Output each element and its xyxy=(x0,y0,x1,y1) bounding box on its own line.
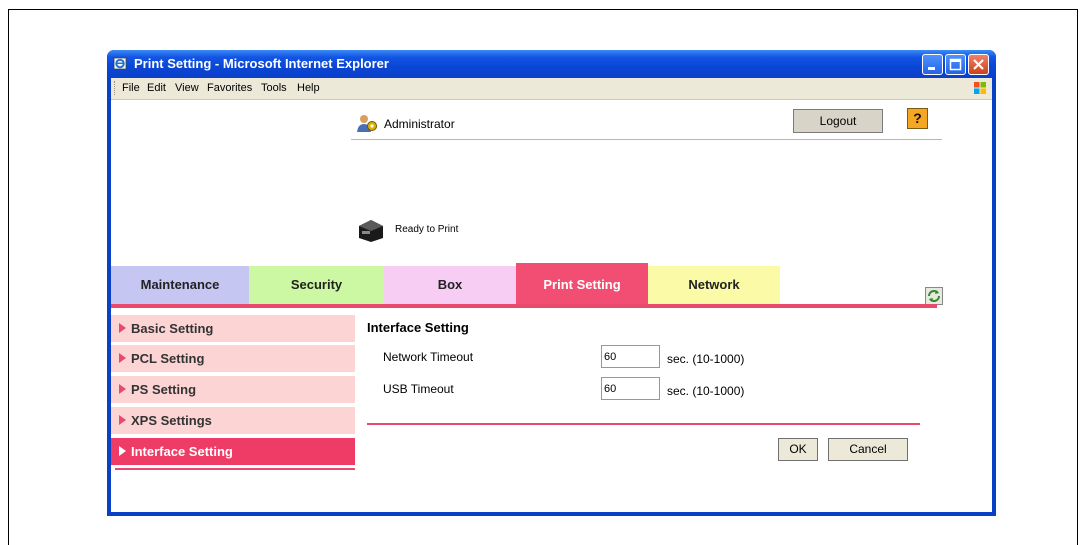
cancel-button[interactable]: Cancel xyxy=(828,438,908,461)
refresh-button[interactable] xyxy=(925,287,943,305)
usb-timeout-unit: sec. (10-1000) xyxy=(667,384,745,398)
sidebar-item-label: PCL Setting xyxy=(131,351,205,366)
maximize-button[interactable] xyxy=(945,54,966,75)
ie-icon xyxy=(113,57,127,70)
page-content: Administrator Logout ? Ready to Print Ma… xyxy=(111,100,992,516)
logout-button[interactable]: Logout xyxy=(793,109,883,133)
header-divider xyxy=(351,139,942,140)
tab-maintenance[interactable]: Maintenance xyxy=(111,266,249,304)
usb-timeout-input[interactable] xyxy=(601,377,660,400)
window-title: Print Setting - Microsoft Internet Explo… xyxy=(134,56,389,71)
network-timeout-input[interactable] xyxy=(601,345,660,368)
close-button[interactable] xyxy=(968,54,989,75)
usb-timeout-label: USB Timeout xyxy=(383,382,454,396)
arrow-right-icon xyxy=(119,446,126,456)
menu-tools[interactable]: Tools xyxy=(261,82,287,94)
tab-print-setting[interactable]: Print Setting xyxy=(516,263,648,304)
network-timeout-label: Network Timeout xyxy=(383,350,474,364)
windows-logo-icon xyxy=(974,82,986,94)
menu-file[interactable]: File xyxy=(122,82,140,94)
title-bar[interactable]: Print Setting - Microsoft Internet Explo… xyxy=(107,50,996,78)
minimize-icon xyxy=(928,67,935,70)
content-divider xyxy=(367,423,920,425)
arrow-right-icon xyxy=(119,415,126,425)
menu-favorites[interactable]: Favorites xyxy=(207,82,252,94)
sidebar-item-xps-settings[interactable]: XPS Settings xyxy=(111,407,355,436)
browser-window: Print Setting - Microsoft Internet Explo… xyxy=(107,50,996,516)
page-title: Interface Setting xyxy=(367,320,469,335)
ok-button[interactable]: OK xyxy=(778,438,818,461)
menu-view[interactable]: View xyxy=(175,82,199,94)
close-icon xyxy=(973,59,984,70)
arrow-right-icon xyxy=(119,353,126,363)
maximize-icon xyxy=(949,58,962,71)
window-bottom-border xyxy=(107,512,996,516)
sidebar-item-basic-setting[interactable]: Basic Setting xyxy=(111,315,355,344)
minimize-button[interactable] xyxy=(922,54,943,75)
printer-icon xyxy=(359,220,383,242)
tab-underline xyxy=(111,304,937,308)
toolbar-grip xyxy=(114,81,117,95)
sidebar-item-label: XPS Settings xyxy=(131,413,212,428)
sidebar-item-interface-setting[interactable]: Interface Setting xyxy=(111,438,355,467)
sidebar-item-pcl-setting[interactable]: PCL Setting xyxy=(111,345,355,374)
sidebar-divider xyxy=(115,468,355,470)
menu-help[interactable]: Help xyxy=(297,82,320,94)
arrow-right-icon xyxy=(119,384,126,394)
administrator-icon xyxy=(357,115,377,132)
sidebar-item-label: Basic Setting xyxy=(131,321,214,336)
menu-bar: File Edit View Favorites Tools Help xyxy=(111,78,992,100)
sidebar-item-label: Interface Setting xyxy=(131,444,233,459)
tab-network[interactable]: Network xyxy=(648,266,780,304)
printer-status: Ready to Print xyxy=(395,224,459,235)
user-name: Administrator xyxy=(384,117,455,131)
tab-security[interactable]: Security xyxy=(249,266,384,304)
tab-box[interactable]: Box xyxy=(384,266,516,304)
network-timeout-unit: sec. (10-1000) xyxy=(667,352,745,366)
sidebar-item-ps-setting[interactable]: PS Setting xyxy=(111,376,355,405)
menu-edit[interactable]: Edit xyxy=(147,82,166,94)
help-button[interactable]: ? xyxy=(907,108,928,129)
arrow-right-icon xyxy=(119,323,126,333)
refresh-icon xyxy=(928,290,940,302)
sidebar-item-label: PS Setting xyxy=(131,382,197,397)
